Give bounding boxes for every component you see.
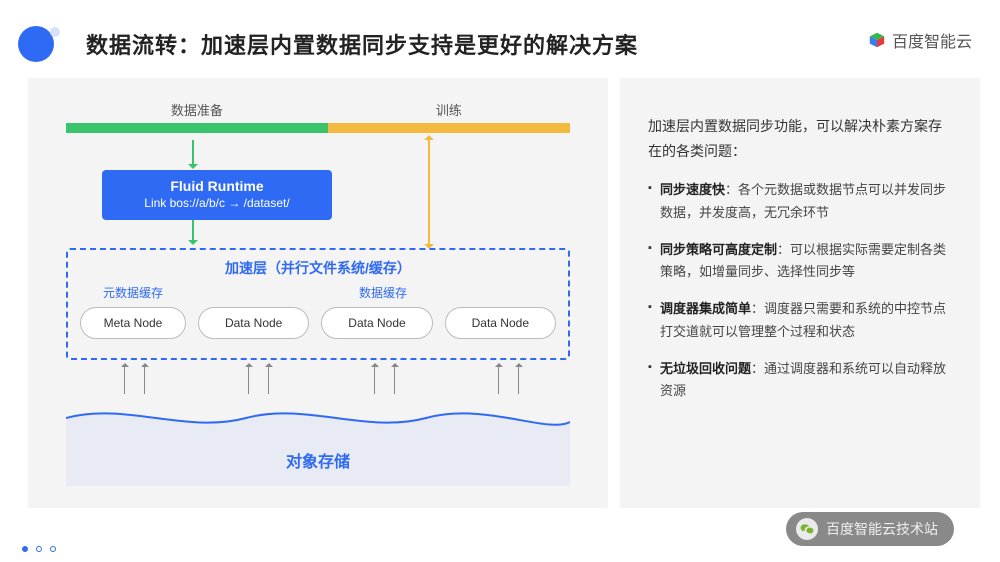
storage-arrow-icon (498, 364, 499, 394)
brand-text: 百度智能云 (892, 28, 972, 52)
list-item: 同步速度快：各个元数据或数据节点可以并发同步数据，并发度高，无冗余环节 (648, 179, 954, 225)
data-node-1: Data Node (198, 307, 309, 339)
storage-arrow-icon (144, 364, 145, 394)
list-item: 无垃圾回收问题：通过调度器和系统可以自动释放资源 (648, 358, 954, 404)
arrow-train-accel-bidir-icon (428, 136, 430, 248)
pager-dot-2[interactable] (36, 546, 42, 552)
object-storage-box: 对象存储 (66, 398, 570, 486)
object-storage-label: 对象存储 (66, 448, 570, 472)
nodes-row: Meta Node Data Node Data Node Data Node (68, 301, 568, 339)
header-bullet-accent-icon (50, 27, 60, 37)
brand-logo: 百度智能云 (868, 28, 972, 52)
pager-dot-1[interactable] (22, 546, 28, 552)
stage-train-label: 训练 (328, 100, 570, 119)
list-item: 同步策略可高度定制：可以根据实际需要定制各类策略，如增量同步、选择性同步等 (648, 239, 954, 285)
stage-bar-train (328, 123, 570, 133)
data-node-3: Data Node (445, 307, 556, 339)
stage-labels: 数据准备 训练 (66, 100, 570, 119)
fluid-runtime-box: Fluid Runtime Link bos://a/b/c → /datase… (102, 170, 332, 220)
description-list: 同步速度快：各个元数据或数据节点可以并发同步数据，并发度高，无冗余环节 同步策略… (648, 179, 954, 403)
data-node-2: Data Node (321, 307, 432, 339)
fluid-runtime-subtitle: Link bos://a/b/c → /dataset/ (112, 196, 322, 210)
slide-pager[interactable] (22, 546, 56, 552)
storage-arrow-icon (124, 364, 125, 394)
stage-bar (66, 123, 570, 133)
storage-arrow-icon (268, 364, 269, 394)
brand-cube-icon (868, 31, 886, 49)
meta-cache-label: 元数据缓存 (68, 284, 198, 301)
meta-node: Meta Node (80, 307, 186, 339)
wechat-badge: 百度智能云技术站 (786, 512, 954, 546)
diagram-panel: 数据准备 训练 Fluid Runtime Link bos://a/b/c →… (28, 78, 608, 508)
arrow-runtime-to-accel-icon (192, 220, 194, 244)
accel-layer-title: 加速层（并行文件系统/缓存） (68, 258, 568, 278)
wave-icon (66, 398, 570, 486)
wechat-badge-text: 百度智能云技术站 (826, 519, 938, 539)
slide-title: 数据流转：加速层内置数据同步支持是更好的解决方案 (86, 28, 638, 60)
pager-dot-3[interactable] (50, 546, 56, 552)
stage-prep-label: 数据准备 (66, 100, 328, 119)
fluid-runtime-title: Fluid Runtime (112, 178, 322, 194)
storage-arrow-icon (518, 364, 519, 394)
cache-labels: 元数据缓存 数据缓存 (68, 284, 568, 301)
stage-bar-prep (66, 123, 328, 133)
storage-arrow-icon (374, 364, 375, 394)
header-bullet-icon (18, 26, 54, 62)
slide-header: 数据流转：加速层内置数据同步支持是更好的解决方案 (0, 24, 1000, 64)
list-item: 调度器集成简单：调度器只需要和系统的中控节点打交道就可以管理整个过程和状态 (648, 298, 954, 344)
storage-arrow-icon (248, 364, 249, 394)
wechat-icon (796, 518, 818, 540)
description-intro: 加速层内置数据同步功能，可以解决朴素方案存在的各类问题： (648, 114, 954, 163)
accel-layer-box: 加速层（并行文件系统/缓存） 元数据缓存 数据缓存 Meta Node Data… (66, 248, 570, 360)
description-panel: 加速层内置数据同步功能，可以解决朴素方案存在的各类问题： 同步速度快：各个元数据… (620, 78, 980, 508)
storage-arrow-icon (394, 364, 395, 394)
arrow-prep-to-runtime-icon (192, 140, 194, 168)
data-cache-label: 数据缓存 (198, 284, 568, 301)
